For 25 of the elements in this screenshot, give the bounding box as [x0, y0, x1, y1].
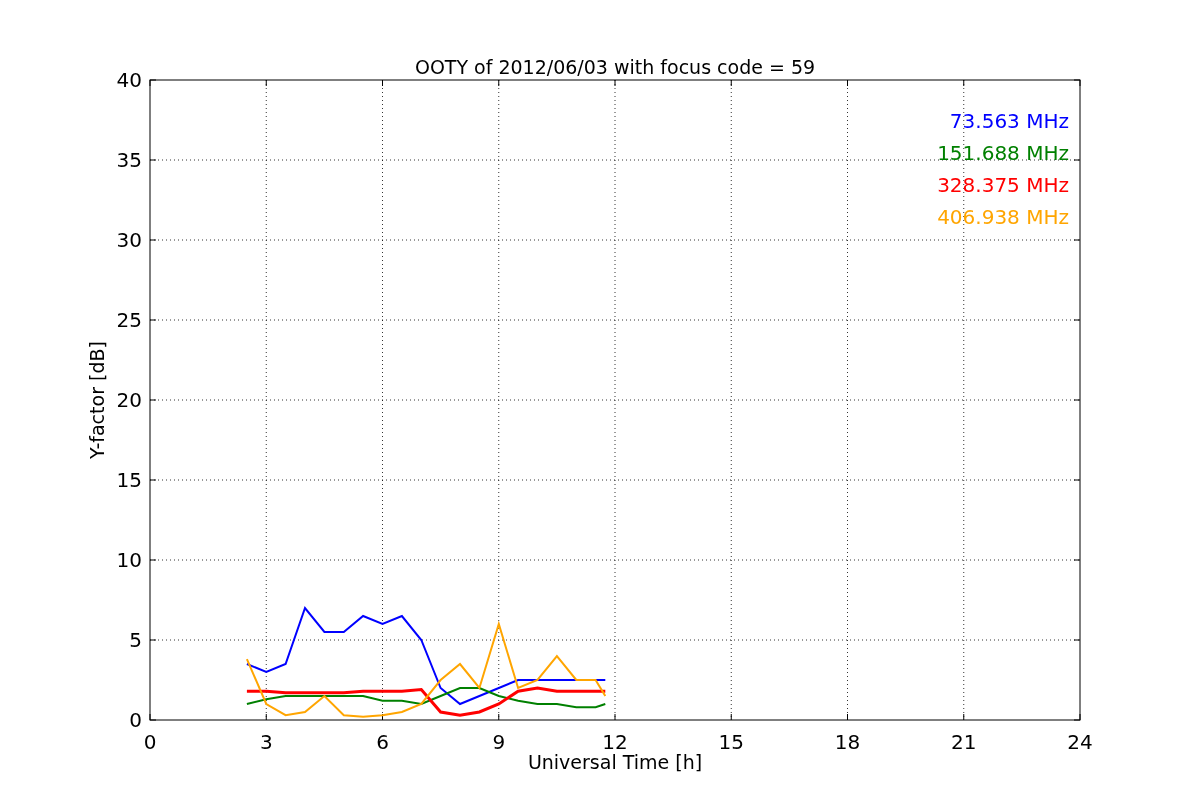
y-tick-label: 5 [129, 628, 142, 652]
x-tick-label: 0 [143, 730, 157, 754]
x-tick-label: 15 [718, 730, 744, 754]
y-tick-label: 25 [116, 308, 142, 332]
x-axis-label: Universal Time [h] [527, 751, 703, 773]
y-tick-label: 40 [116, 68, 142, 92]
legend-label: 328.375 MHz [937, 173, 1069, 197]
y-tick-label: 0 [129, 708, 142, 732]
y-tick-label: 20 [116, 388, 142, 412]
y-tick-label: 10 [116, 548, 142, 572]
x-tick-label: 6 [376, 730, 389, 754]
x-tick-label: 21 [951, 730, 977, 754]
y-tick-label: 35 [116, 148, 142, 172]
legend-label: 406.938 MHz [937, 205, 1069, 229]
y-tick-label: 30 [116, 228, 142, 252]
y-axis-label: Y-factor [dB] [86, 341, 108, 459]
x-tick-label: 12 [602, 730, 628, 754]
legend-label: 73.563 MHz [949, 109, 1069, 133]
y-tick-label: 15 [116, 468, 142, 492]
chart-title: OOTY of 2012/06/03 with focus code = 59 [414, 56, 816, 78]
x-tick-label: 18 [834, 730, 861, 754]
x-tick-label: 9 [492, 730, 506, 754]
x-tick-label: 3 [259, 730, 273, 754]
legend-label: 151.688 MHz [937, 141, 1069, 165]
x-tick-label: 24 [1067, 730, 1093, 754]
